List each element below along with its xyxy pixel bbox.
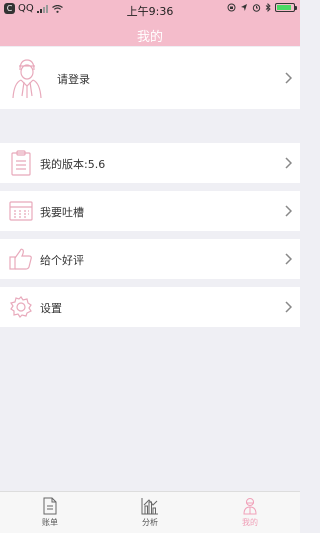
chevron-right-icon [285, 205, 292, 217]
location-icon [241, 4, 247, 11]
chevron-right-icon [285, 157, 292, 169]
alarm-icon [252, 4, 261, 12]
tab-label: 我的 [242, 518, 258, 527]
login-row[interactable]: 请登录 [0, 47, 300, 109]
document-icon [43, 497, 57, 515]
user-avatar-icon [12, 59, 42, 99]
chevron-right-icon [285, 301, 292, 313]
tab-mine[interactable]: 我的 [200, 492, 300, 533]
person-icon [243, 498, 257, 515]
status-bar: C QQ 上午9:36 [0, 0, 300, 18]
menu-item-label: 设置 [40, 302, 62, 315]
tab-label: 账单 [42, 518, 58, 527]
page-title: 我的 [136, 30, 163, 45]
tab-bill[interactable]: 账单 [0, 492, 100, 533]
chevron-right-icon [285, 253, 292, 265]
menu-item-label: 我要吐槽 [40, 206, 84, 219]
thumbs-up-icon [9, 248, 32, 270]
tab-bar: 账单 分析 我的 [0, 491, 300, 533]
clipboard-icon [11, 150, 31, 176]
login-label: 请登录 [57, 73, 90, 86]
chart-icon [141, 498, 158, 515]
calendar-grid-icon [9, 201, 33, 221]
menu-item-feedback[interactable]: 我要吐槽 [0, 191, 300, 231]
menu-item-version[interactable]: 我的版本:5.6 [0, 143, 300, 183]
gear-icon [10, 296, 32, 318]
menu-item-label: 我的版本:5.6 [40, 158, 106, 171]
bluetooth-icon [265, 3, 271, 12]
tab-analysis[interactable]: 分析 [100, 492, 200, 533]
header-bar: C QQ 上午9:36 我的 [0, 0, 300, 46]
menu-item-rate[interactable]: 给个好评 [0, 239, 300, 279]
menu-item-settings[interactable]: 设置 [0, 287, 300, 327]
lock-rotation-icon [227, 3, 236, 12]
chevron-right-icon [285, 72, 292, 84]
menu-item-label: 给个好评 [40, 254, 84, 267]
tab-label: 分析 [142, 518, 158, 527]
battery-icon [275, 3, 297, 12]
